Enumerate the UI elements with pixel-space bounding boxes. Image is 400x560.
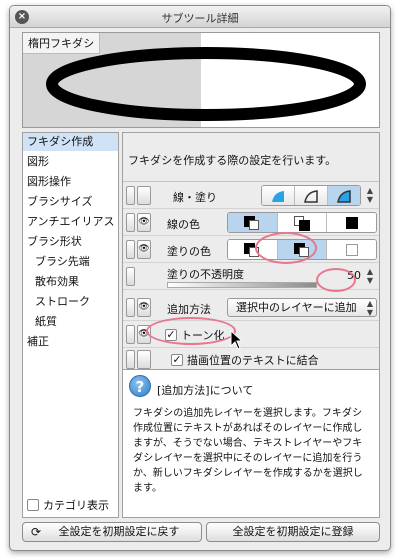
sidebar-item-brush-tip[interactable]: ブラシ先端 (23, 253, 118, 271)
reset-defaults-button[interactable]: ⟳ 全設定を初期設定に戻す (22, 522, 202, 542)
reset-icon: ⟳ (31, 525, 42, 539)
stroke-fill-shape-icon (337, 189, 351, 203)
combine-label: 描画位置のテキストに結合 (187, 354, 319, 367)
question-icon: ? (129, 375, 151, 397)
row-line-color: 👁 線の色 (123, 210, 379, 236)
mouse-cursor-icon (230, 330, 244, 350)
combine-checkbox[interactable]: ✓ (171, 354, 183, 366)
window-title: サブツール詳細 (161, 12, 239, 25)
row-add-method: 👁 追加方法 選択中のレイヤーに追加 ▲ ▼ (123, 295, 379, 321)
brush-preview: 楕円フキダシ (22, 32, 380, 128)
panel-description: フキダシを作成する際の設定を行います。 (123, 133, 379, 182)
help-body: フキダシの追加先レイヤーを選択します。フキダシ作成位置にテキストがあればそのレイ… (133, 408, 363, 494)
sidebar-item-antialiasing[interactable]: アンチエイリアス (23, 213, 118, 231)
row-label: 追加方法 (167, 303, 211, 316)
sub-color-option[interactable] (277, 213, 328, 232)
row-fill-color: 👁 塗りの色 (123, 237, 379, 263)
fill-only-option[interactable] (262, 186, 295, 205)
row-label: 線の色 (167, 218, 200, 231)
add-method-value: 選択中のレイヤーに追加 (236, 301, 357, 314)
preview-label: 楕円フキダシ (23, 33, 101, 54)
chevron-updown-icon: ▲ ▼ (366, 299, 373, 317)
sidebar-item-stroke[interactable]: ストローク (23, 293, 118, 311)
row-label: 塗りの色 (167, 245, 211, 258)
row-label: 塗りの不透明度 (167, 268, 244, 281)
highlight-ellipse-fill-color (255, 232, 317, 264)
eye-icon[interactable]: 👁 (137, 240, 151, 259)
lock-handle[interactable] (126, 267, 135, 286)
sidebar-item-brush-shape[interactable]: ブラシ形状 (23, 233, 118, 251)
sidebar-item-brush-size[interactable]: ブラシサイズ (23, 193, 118, 211)
titlebar: × サブツール詳細 (10, 6, 390, 28)
black-swatch (345, 216, 358, 229)
sidebar-item-balloon-create[interactable]: フキダシ作成 (23, 133, 118, 151)
help-section: ? [追加方法]について フキダシの追加先レイヤーを選択します。フキダシ作成位置… (123, 369, 379, 517)
stroke-and-fill-option[interactable] (328, 186, 360, 205)
highlight-ellipse-tone (146, 317, 236, 345)
lock-handle[interactable] (126, 240, 135, 259)
sidebar-item-spray-effect[interactable]: 散布効果 (23, 273, 118, 291)
visibility-toggle-empty[interactable] (137, 186, 151, 205)
color-swatch-icon (244, 215, 260, 230)
lock-handle[interactable] (126, 350, 135, 369)
visibility-toggle-empty[interactable] (137, 350, 151, 369)
register-defaults-label: 全設定を初期設定に登録 (232, 525, 354, 538)
row-label: 線・塗り (173, 191, 217, 204)
category-sidebar: フキダシ作成 図形 図形操作 ブラシサイズ アンチエイリアス ブラシ形状 ブラシ… (22, 132, 119, 518)
opacity-stepper[interactable]: ▲ ▼ (364, 267, 376, 286)
help-title: [追加方法]について (157, 384, 254, 397)
highlight-ellipse-opacity (316, 268, 356, 292)
stroke-only-option[interactable] (295, 186, 328, 205)
stroke-fill-segments (261, 185, 361, 206)
category-display-checkbox[interactable] (27, 499, 39, 511)
eye-icon[interactable]: 👁 (137, 298, 151, 317)
color-swatch-icon (294, 215, 310, 231)
combine-toggle[interactable]: ✓ 描画位置のテキストに結合 (171, 352, 319, 368)
sidebar-item-correction[interactable]: 補正 (23, 333, 118, 351)
sidebar-item-shape[interactable]: 図形 (23, 153, 118, 171)
lock-handle[interactable] (126, 186, 135, 205)
sidebar-item-paper-texture[interactable]: 紙質 (23, 313, 118, 331)
main-color-option[interactable] (228, 213, 278, 232)
add-method-dropdown[interactable]: 選択中のレイヤーに追加 ▲ ▼ (227, 298, 377, 317)
category-display-label: カテゴリ表示 (43, 499, 109, 512)
lock-handle[interactable] (126, 325, 135, 344)
lock-handle[interactable] (126, 213, 135, 232)
line-color-options (227, 212, 377, 233)
user-color-option[interactable] (327, 213, 376, 232)
eye-icon[interactable]: 👁 (137, 213, 151, 232)
row-stroke-fill: 線・塗り ▲ ▼ (123, 183, 379, 209)
lock-handle[interactable] (126, 298, 135, 317)
stroke-shape-icon (304, 189, 318, 203)
reset-defaults-label: 全設定を初期設定に戻す (58, 525, 180, 538)
stroke-fill-stepper[interactable]: ▲ ▼ (364, 186, 376, 205)
register-defaults-button[interactable]: 全設定を初期設定に登録 (206, 522, 380, 542)
sidebar-item-shape-operation[interactable]: 図形操作 (23, 173, 118, 191)
category-display-toggle[interactable]: カテゴリ表示 (27, 497, 109, 513)
opacity-slider[interactable] (167, 282, 317, 288)
white-swatch (345, 243, 358, 256)
fill-shape-icon (272, 190, 284, 202)
user-color-option[interactable] (327, 240, 376, 259)
